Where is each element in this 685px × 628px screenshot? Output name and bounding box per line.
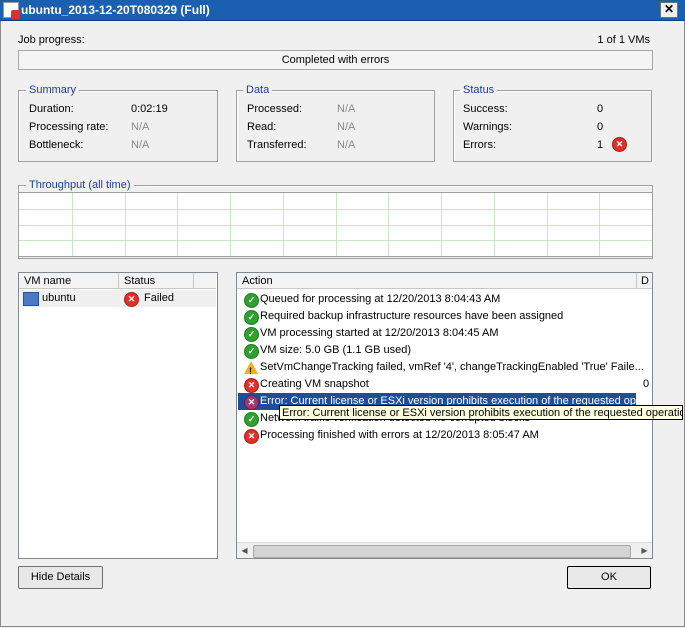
- ok-button[interactable]: OK: [567, 566, 651, 589]
- success-icon: ✓: [244, 327, 259, 342]
- success-icon: ✓: [244, 412, 259, 427]
- success-icon: ✓: [244, 310, 259, 325]
- error-icon: ✕: [244, 395, 259, 410]
- action-text: VM processing started at 12/20/2013 8:04…: [260, 327, 499, 339]
- success-icon: ✓: [244, 293, 259, 308]
- hide-details-button[interactable]: Hide Details: [18, 566, 103, 589]
- action-row[interactable]: ! SetVmChangeTracking failed, vmRef '4', …: [238, 359, 644, 376]
- horizontal-scrollbar[interactable]: ◀ ▶: [237, 542, 652, 558]
- read-value: N/A: [337, 121, 356, 133]
- errors-label: Errors:: [463, 139, 496, 151]
- action-row[interactable]: ✓ VM size: 5.0 GB (1.1 GB used): [238, 342, 636, 359]
- action-row[interactable]: ✓ Required backup infrastructure resource…: [238, 308, 636, 325]
- window-title: ubuntu_2013-12-20T080329 (Full): [21, 3, 210, 17]
- error-icon: ✕: [244, 378, 259, 393]
- scroll-right-arrow[interactable]: ▶: [638, 544, 651, 557]
- duration-column-header[interactable]: D: [637, 273, 652, 289]
- vm-list[interactable]: VM name Status ubuntu ✕ Failed: [18, 272, 218, 559]
- bottleneck-label: Bottleneck:: [29, 139, 84, 151]
- error-icon: ✕: [612, 137, 627, 152]
- errors-count: 1: [597, 139, 604, 151]
- vm-name-column-header[interactable]: VM name: [19, 273, 119, 289]
- success-count: 0: [597, 103, 604, 115]
- action-duration: 0: [643, 378, 650, 390]
- action-text: Creating VM snapshot: [260, 378, 369, 390]
- action-column-header[interactable]: Action: [237, 273, 637, 289]
- action-row[interactable]: ✓ Queued for processing at 12/20/2013 8:0…: [238, 291, 636, 308]
- vm-count: 1 of 1 VMs: [597, 34, 650, 46]
- warnings-label: Warnings:: [463, 121, 513, 133]
- warnings-count: 0: [597, 121, 604, 133]
- action-text: SetVmChangeTracking failed, vmRef '4', c…: [260, 361, 644, 373]
- warning-icon: !: [244, 361, 258, 376]
- scroll-left-arrow[interactable]: ◀: [238, 544, 251, 557]
- duration-value: 0:02:19: [131, 103, 168, 115]
- action-text: Queued for processing at 12/20/2013 8:04…: [260, 293, 501, 305]
- throughput-chart: [18, 192, 653, 257]
- action-row[interactable]: ✕ Creating VM snapshot: [238, 376, 636, 393]
- processed-value: N/A: [337, 103, 356, 115]
- chart-gridline-horizontal: [19, 225, 652, 226]
- vm-name: ubuntu: [42, 292, 76, 304]
- action-row[interactable]: ✓ VM processing started at 12/20/2013 8:0…: [238, 325, 636, 342]
- action-text: Processing finished with errors at 12/20…: [260, 429, 539, 441]
- action-text: VM size: 5.0 GB (1.1 GB used): [260, 344, 412, 356]
- status-title: Status: [460, 84, 498, 96]
- data-title: Data: [243, 84, 273, 96]
- duration-label: Duration:: [29, 103, 74, 115]
- scroll-thumb[interactable]: [253, 545, 631, 558]
- action-row[interactable]: ✕ Processing finished with errors at 12/2…: [238, 427, 636, 444]
- transferred-value: N/A: [337, 139, 356, 151]
- chart-gridline-horizontal: [19, 240, 652, 241]
- vm-icon: [23, 292, 39, 306]
- close-button[interactable]: ✕: [660, 2, 678, 18]
- transferred-label: Transferred:: [247, 139, 307, 151]
- error-tooltip: Error: Current license or ESXi version p…: [279, 405, 683, 420]
- throughput-title: Throughput (all time): [26, 179, 134, 191]
- bottleneck-value: N/A: [131, 139, 150, 151]
- app-icon: [3, 2, 20, 19]
- processing-rate-value: N/A: [131, 121, 150, 133]
- read-label: Read:: [247, 121, 277, 133]
- processed-label: Processed:: [247, 103, 303, 115]
- failed-icon: ✕: [124, 292, 139, 307]
- progress-status-text: Completed with errors: [281, 54, 390, 66]
- success-icon: ✓: [244, 344, 259, 359]
- vm-status-column-header[interactable]: Status: [119, 273, 194, 289]
- vm-extra-column-header: [194, 273, 216, 289]
- job-progress-label: Job progress:: [18, 34, 85, 46]
- processing-rate-label: Processing rate:: [29, 121, 109, 133]
- vm-status: Failed: [144, 292, 174, 304]
- chart-gridline-horizontal: [19, 209, 652, 210]
- success-label: Success:: [463, 103, 508, 115]
- summary-title: Summary: [26, 84, 80, 96]
- job-progress-bar: Completed with errors: [18, 50, 653, 70]
- error-icon: ✕: [244, 429, 259, 444]
- action-text: Required backup infrastructure resources…: [260, 310, 564, 322]
- vm-row-ubuntu[interactable]: ubuntu ✕ Failed: [20, 290, 216, 307]
